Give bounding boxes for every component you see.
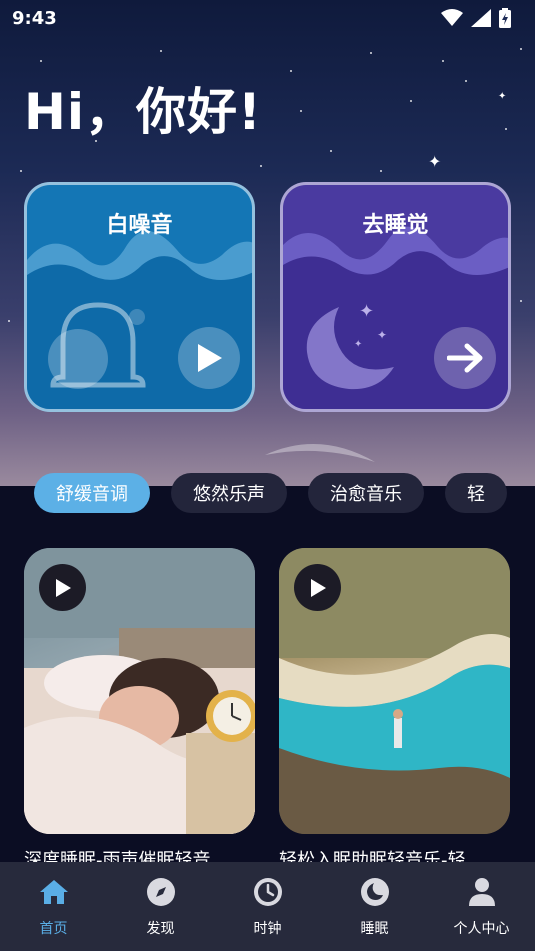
tab-healing-music[interactable]: 治愈音乐 (308, 473, 424, 513)
compass-icon (145, 876, 177, 908)
bell-icon (48, 302, 146, 389)
nav-clock-label: 时钟 (253, 921, 282, 937)
nav-discover[interactable]: 发现 (107, 862, 214, 951)
media-play-button[interactable] (39, 564, 86, 611)
status-bar: 9:43 (0, 0, 535, 36)
clock-icon (252, 876, 284, 908)
signal-icon (471, 9, 491, 27)
white-noise-card[interactable]: 白噪音 (24, 182, 255, 412)
nav-profile[interactable]: 个人中心 (428, 862, 535, 951)
moon-icon (359, 876, 391, 908)
arrow-right-icon (447, 343, 483, 373)
bottom-navigation: 首页 发现 时钟 睡眠 个人中心 (0, 862, 535, 951)
wifi-icon (441, 9, 463, 26)
nav-sleep-label: 睡眠 (360, 921, 389, 937)
play-icon (55, 578, 71, 597)
go-sleep-card[interactable]: 去睡觉 ✦ ✦ ✦ (280, 182, 511, 412)
white-noise-title: 白噪音 (106, 213, 173, 238)
media-card[interactable] (24, 548, 255, 834)
category-tabs: 舒缓音调 悠然乐声 治愈音乐 轻 (34, 473, 512, 515)
white-noise-play-button[interactable] (178, 327, 240, 389)
home-icon (38, 876, 70, 908)
status-time: 9:43 (12, 7, 57, 29)
go-sleep-arrow-button[interactable] (434, 327, 496, 389)
svg-text:✦: ✦ (377, 328, 387, 342)
media-card[interactable] (279, 548, 510, 834)
play-icon (310, 578, 326, 597)
nav-home-label: 首页 (39, 921, 68, 937)
nav-profile-label: 个人中心 (453, 921, 510, 937)
user-icon (466, 876, 498, 908)
nav-sleep[interactable]: 睡眠 (321, 862, 428, 951)
greeting-title: Hi，你好! (24, 83, 262, 141)
tab-soothing-tones[interactable]: 舒缓音调 (34, 473, 150, 513)
nav-discover-label: 发现 (146, 921, 175, 937)
svg-text:✦: ✦ (359, 301, 374, 322)
tab-light[interactable]: 轻 (445, 473, 507, 513)
tab-leisure-music[interactable]: 悠然乐声 (171, 473, 287, 513)
nav-home[interactable]: 首页 (0, 862, 107, 951)
go-sleep-title: 去睡觉 (362, 213, 429, 238)
battery-charging-icon (499, 8, 511, 28)
moon-icon: ✦ ✦ ✦ (306, 301, 394, 390)
svg-text:✦: ✦ (354, 339, 362, 350)
media-play-button[interactable] (294, 564, 341, 611)
play-icon (198, 344, 222, 372)
nav-clock[interactable]: 时钟 (214, 862, 321, 951)
